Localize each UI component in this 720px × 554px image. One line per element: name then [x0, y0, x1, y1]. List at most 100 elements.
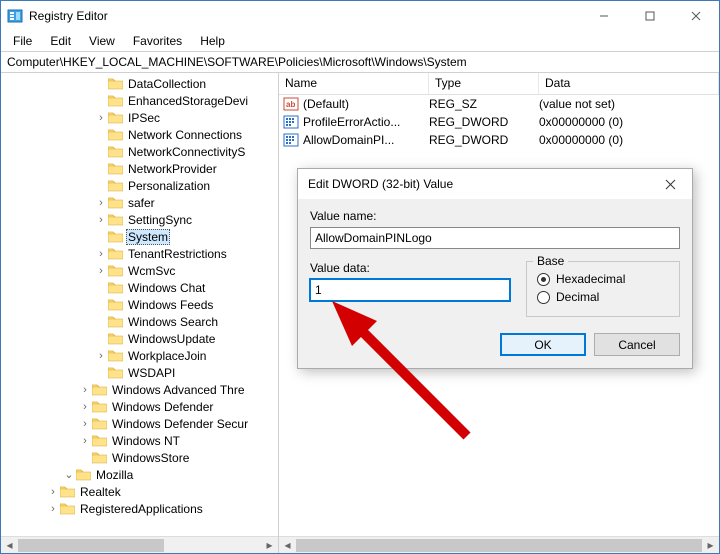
folder-icon [108, 128, 123, 141]
tree-item-label: Windows Defender Secur [110, 417, 250, 431]
folder-icon [108, 77, 123, 90]
tree-item[interactable]: NetworkConnectivityS [5, 143, 278, 160]
address-text: Computer\HKEY_LOCAL_MACHINE\SOFTWARE\Pol… [7, 55, 467, 69]
chevron-right-icon[interactable]: › [95, 112, 107, 124]
tree-item[interactable]: WindowsStore [5, 449, 278, 466]
chevron-right-icon[interactable]: › [47, 486, 59, 498]
radio-hexadecimal[interactable]: Hexadecimal [537, 272, 669, 286]
cell-data: 0x00000000 (0) [539, 133, 719, 147]
folder-icon [108, 145, 123, 158]
cell-data: 0x00000000 (0) [539, 115, 719, 129]
cancel-button[interactable]: Cancel [594, 333, 680, 356]
folder-icon [108, 196, 123, 209]
dialog-title: Edit DWORD (32-bit) Value [308, 177, 453, 191]
tree-item-label: WcmSvc [126, 264, 177, 278]
tree-item[interactable]: EnhancedStorageDevi [5, 92, 278, 109]
col-header-name[interactable]: Name [279, 73, 429, 94]
tree-item-label: Windows Defender [110, 400, 215, 414]
folder-icon [108, 298, 123, 311]
col-header-type[interactable]: Type [429, 73, 539, 94]
radio-icon [537, 273, 550, 286]
chevron-right-icon[interactable]: › [95, 214, 107, 226]
tree-item[interactable]: › RegisteredApplications [5, 500, 278, 517]
cell-name: (Default) [303, 97, 429, 111]
folder-icon [108, 349, 123, 362]
menu-file[interactable]: File [5, 33, 40, 49]
folder-icon [108, 230, 123, 243]
tree-item-label: WindowsUpdate [126, 332, 217, 346]
tree-item[interactable]: ›TenantRestrictions [5, 245, 278, 262]
tree-item-label: Windows NT [110, 434, 182, 448]
tree-item[interactable]: › Windows NT [5, 432, 278, 449]
chevron-right-icon[interactable]: › [79, 384, 91, 396]
list-hscrollbar[interactable]: ◂ ▸ [279, 536, 719, 553]
scroll-left-icon[interactable]: ◂ [279, 537, 296, 553]
folder-icon [108, 213, 123, 226]
tree-item[interactable]: DataCollection [5, 75, 278, 92]
value-data-field[interactable] [310, 279, 510, 301]
chevron-right-icon[interactable]: › [95, 248, 107, 260]
tree-pane[interactable]: DataCollectionEnhancedStorageDevi›IPSecN… [1, 73, 279, 553]
tree-item[interactable]: ⌄Mozilla [5, 466, 278, 483]
tree-item[interactable]: ›Windows Advanced Thre [5, 381, 278, 398]
tree-item[interactable]: Personalization [5, 177, 278, 194]
tree-item[interactable]: Windows Feeds [5, 296, 278, 313]
window-minimize-button[interactable] [581, 1, 627, 31]
radio-decimal[interactable]: Decimal [537, 290, 669, 304]
folder-icon [108, 162, 123, 175]
tree-item-label: IPSec [126, 111, 162, 125]
tree-item[interactable]: › Windows Defender [5, 398, 278, 415]
value-data-label: Value data: [310, 261, 510, 275]
tree-item[interactable]: WSDAPI [5, 364, 278, 381]
menu-edit[interactable]: Edit [42, 33, 79, 49]
list-row[interactable]: AllowDomainPI...REG_DWORD0x00000000 (0) [279, 131, 719, 149]
tree-item-label: RegisteredApplications [78, 502, 205, 516]
scroll-right-icon[interactable]: ▸ [702, 537, 719, 553]
dialog-titlebar[interactable]: Edit DWORD (32-bit) Value [298, 169, 692, 199]
folder-icon [92, 434, 107, 447]
chevron-right-icon[interactable]: › [95, 197, 107, 209]
tree-item[interactable]: ›Realtek [5, 483, 278, 500]
tree-item[interactable]: ›SettingSync [5, 211, 278, 228]
menu-favorites[interactable]: Favorites [125, 33, 190, 49]
tree-item[interactable]: System [5, 228, 278, 245]
menu-view[interactable]: View [81, 33, 123, 49]
chevron-right-icon[interactable]: › [79, 418, 91, 430]
tree-item-label: safer [126, 196, 157, 210]
list-row[interactable]: ProfileErrorActio...REG_DWORD0x00000000 … [279, 113, 719, 131]
tree-item[interactable]: Windows Search [5, 313, 278, 330]
ok-button[interactable]: OK [500, 333, 586, 356]
menu-help[interactable]: Help [192, 33, 233, 49]
folder-icon [76, 468, 91, 481]
chevron-right-icon[interactable]: › [79, 435, 91, 447]
list-row[interactable]: (Default)REG_SZ(value not set) [279, 95, 719, 113]
window-maximize-button[interactable] [627, 1, 673, 31]
address-bar[interactable]: Computer\HKEY_LOCAL_MACHINE\SOFTWARE\Pol… [1, 51, 719, 73]
tree-item[interactable]: › WcmSvc [5, 262, 278, 279]
scroll-left-icon[interactable]: ◂ [1, 537, 18, 553]
tree-item-label: EnhancedStorageDevi [126, 94, 250, 108]
scroll-right-icon[interactable]: ▸ [261, 537, 278, 553]
tree-item[interactable]: › Windows Defender Secur [5, 415, 278, 432]
tree-item[interactable]: Network Connections [5, 126, 278, 143]
chevron-right-icon[interactable]: › [47, 503, 59, 515]
tree-item[interactable]: › IPSec [5, 109, 278, 126]
tree-item[interactable]: › safer [5, 194, 278, 211]
tree-item[interactable]: ›WorkplaceJoin [5, 347, 278, 364]
chevron-right-icon[interactable]: › [79, 401, 91, 413]
tree-item[interactable]: WindowsUpdate [5, 330, 278, 347]
chevron-down-icon[interactable]: ⌄ [63, 468, 75, 481]
tree-item[interactable]: Windows Chat [5, 279, 278, 296]
radio-icon [537, 291, 550, 304]
chevron-right-icon[interactable]: › [95, 265, 107, 277]
tree-item[interactable]: NetworkProvider [5, 160, 278, 177]
dialog-close-button[interactable] [648, 169, 692, 199]
col-header-data[interactable]: Data [539, 73, 719, 94]
window-titlebar: Registry Editor [1, 1, 719, 31]
value-name-field[interactable] [310, 227, 680, 249]
cell-type: REG_DWORD [429, 115, 539, 129]
chevron-right-icon[interactable]: › [95, 350, 107, 362]
folder-icon [92, 417, 107, 430]
window-close-button[interactable] [673, 1, 719, 31]
tree-hscrollbar[interactable]: ◂ ▸ [1, 536, 278, 553]
